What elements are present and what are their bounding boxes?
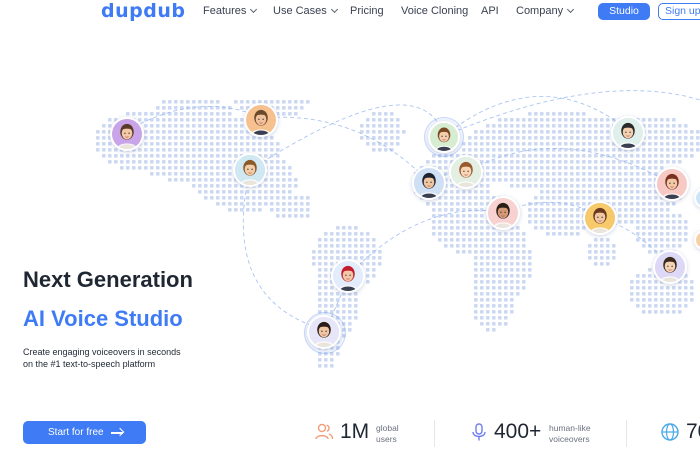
chevron-down-icon — [330, 5, 338, 14]
stat-users-label-line-2: users — [376, 434, 397, 444]
dupdub-logo[interactable]: dupdub — [101, 0, 185, 22]
nav-use-cases[interactable]: Use Cases — [273, 5, 338, 17]
voice-actor-avatar — [486, 196, 520, 230]
top-navigation: dupdub Features Use Cases Pricing Voice … — [0, 0, 700, 24]
avatar-portrait — [246, 105, 276, 135]
voice-actor-avatar — [611, 116, 645, 150]
chevron-down-icon — [567, 5, 575, 14]
nav-voice-cloning-label: Voice Cloning — [401, 5, 469, 17]
avatar-portrait — [112, 119, 142, 149]
stat-languages-value: 70 — [686, 420, 700, 443]
stat-voices-value: 400+ — [494, 420, 542, 443]
avatar-portrait — [414, 168, 444, 198]
voice-actor-avatar — [428, 121, 460, 153]
stat-voices-label: human-like voiceovers — [549, 423, 591, 445]
avatar-portrait — [613, 118, 643, 148]
stat-users-value: 1M — [340, 420, 370, 443]
avatar-portrait — [696, 232, 700, 248]
hero-subtitle-line-1: Create engaging voiceovers in seconds — [23, 347, 181, 357]
nav-pricing[interactable]: Pricing — [350, 5, 384, 17]
avatar-portrait — [430, 123, 458, 151]
arrow-right-icon — [111, 432, 123, 434]
nav-company[interactable]: Company — [516, 5, 575, 17]
avatar-portrait — [696, 190, 700, 206]
nav-api[interactable]: API — [481, 5, 499, 17]
studio-button[interactable]: Studio — [598, 3, 650, 20]
stat-users-label: global users — [376, 423, 399, 445]
voice-actor-avatar — [307, 315, 341, 349]
voice-actor-avatar — [233, 153, 267, 187]
avatar-portrait — [585, 203, 615, 233]
avatar-portrait — [451, 157, 481, 187]
stat-divider — [434, 420, 435, 447]
avatar-portrait — [657, 169, 687, 199]
microphone-icon — [472, 423, 486, 441]
chevron-down-icon — [250, 5, 258, 14]
hero-subtitle-line-2: on the #1 text-to-speech platform — [23, 359, 156, 369]
nav-pricing-label: Pricing — [350, 5, 384, 17]
avatar-portrait — [488, 198, 518, 228]
avatar-portrait — [333, 261, 363, 291]
hero-subtitle: Create engaging voiceovers in seconds on… — [23, 346, 223, 370]
voice-actor-avatar — [655, 167, 689, 201]
start-for-free-label: Start for free — [48, 427, 104, 438]
stat-voices-label-line-1: human-like — [549, 423, 591, 433]
voice-actor-avatar — [331, 259, 365, 293]
start-for-free-button[interactable]: Start for free — [23, 421, 146, 444]
voice-actor-avatar — [412, 166, 446, 200]
sign-up-button[interactable]: Sign up/ — [658, 3, 700, 20]
users-icon — [315, 423, 334, 440]
voice-actor-avatar — [653, 250, 687, 284]
stat-divider — [626, 420, 627, 447]
voice-actor-avatar — [110, 117, 144, 151]
nav-voice-cloning[interactable]: Voice Cloning — [401, 5, 468, 17]
voice-actor-avatar — [244, 103, 278, 137]
voice-actor-avatar — [583, 201, 617, 235]
nav-use-cases-label: Use Cases — [273, 5, 327, 17]
hero-title-line-1: Next Generation — [23, 267, 193, 292]
globe-icon — [661, 423, 679, 441]
nav-features[interactable]: Features — [203, 5, 258, 17]
voice-actor-avatar — [449, 155, 483, 189]
hero-title-line-2: AI Voice Studio — [23, 306, 183, 331]
avatar-portrait — [655, 252, 685, 282]
stat-users-label-line-1: global — [376, 423, 399, 433]
avatar-portrait — [309, 317, 339, 347]
nav-company-label: Company — [516, 5, 564, 17]
nav-api-label: API — [481, 5, 499, 17]
stat-voices-label-line-2: voiceovers — [549, 434, 590, 444]
avatar-portrait — [235, 155, 265, 185]
nav-features-label: Features — [203, 5, 247, 17]
